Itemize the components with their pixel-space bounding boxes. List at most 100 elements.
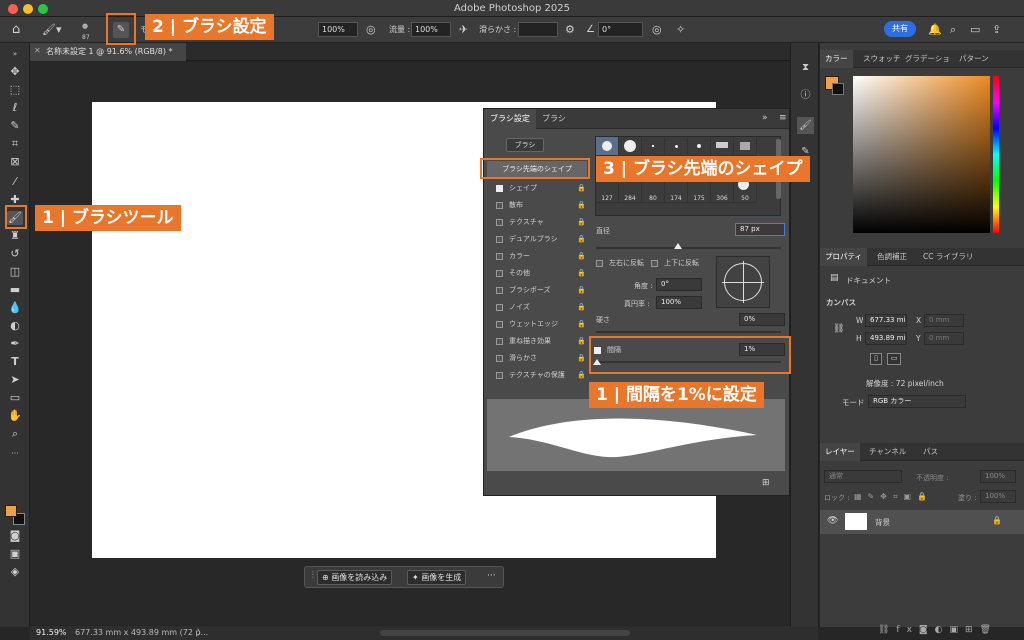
option-lock-icon[interactable]: 🔒 (577, 368, 586, 382)
brush-tip-scatter[interactable] (711, 137, 734, 156)
home-icon[interactable]: ⌂ (12, 17, 20, 43)
option-lock-icon[interactable]: 🔒 (577, 181, 586, 195)
option-checkbox[interactable] (496, 184, 503, 192)
gradient-tool-icon[interactable]: ▬ (7, 283, 23, 297)
pen-tool-icon[interactable]: ✒ (7, 337, 23, 351)
panel-tab[interactable]: パス (918, 443, 943, 461)
x-field[interactable]: 0 mm (924, 314, 964, 327)
history-icon[interactable]: ⧗ (797, 59, 814, 76)
type-tool-icon[interactable]: T (7, 355, 23, 369)
option-checkbox[interactable] (496, 286, 503, 294)
option-checkbox[interactable] (496, 201, 503, 209)
brush-tip-hard-round[interactable] (596, 137, 619, 156)
option-checkbox[interactable] (496, 320, 503, 328)
pressure-opacity-icon[interactable]: ◎ (366, 17, 376, 43)
zoom-tool-icon[interactable]: ⌕ (7, 427, 23, 441)
diameter-field[interactable]: 87 px (735, 223, 785, 236)
load-image-button[interactable]: ⊕ 画像を読み込み (317, 570, 393, 585)
share-menu-icon[interactable]: ⇪ (992, 17, 1001, 43)
document-tab[interactable]: 名称未設定 1 @ 91.6% (RGB/8) * (30, 43, 186, 61)
option-lock-icon[interactable]: 🔒 (577, 300, 586, 314)
option-checkbox[interactable] (496, 235, 503, 243)
hardness-slider[interactable] (596, 331, 781, 333)
option-lock-icon[interactable]: 🔒 (577, 232, 586, 246)
minimize-window-button[interactable] (23, 4, 33, 14)
angle-field[interactable]: 0° (598, 22, 643, 37)
option-lock-icon[interactable]: 🔒 (577, 266, 586, 280)
diameter-slider[interactable] (596, 247, 781, 249)
eraser-tool-icon[interactable]: ◫ (7, 265, 23, 279)
portrait-icon[interactable]: ▯ (870, 353, 882, 365)
option-checkbox[interactable] (496, 303, 503, 311)
brush-tip-texture[interactable] (734, 137, 757, 156)
brush-option-item[interactable]: ブラシポーズ 🔒 (496, 283, 586, 297)
airbrush-icon[interactable]: ✈ (459, 17, 468, 43)
panel-menu-icon[interactable]: ≡ (779, 113, 787, 123)
panel-tab[interactable]: グラデーショ (900, 50, 955, 68)
brush-preset-icon[interactable]: 🖌▾ (42, 17, 62, 43)
option-lock-icon[interactable]: 🔒 (577, 283, 586, 297)
more-options-button[interactable]: ··· (487, 571, 496, 581)
link-icon[interactable]: ⛓ (833, 324, 844, 334)
brush-option-item[interactable]: その他 🔒 (496, 266, 586, 280)
tab-brushes[interactable]: ブラシ (536, 109, 572, 129)
lock-icons[interactable]: ▦✎✥⌗▣🔒 (854, 492, 933, 502)
brush-option-item[interactable]: 散布 🔒 (496, 198, 586, 212)
fill-field[interactable]: 100% (980, 490, 1016, 503)
eyedropper-tool-icon[interactable]: ⁄ (7, 175, 23, 189)
new-brush-icon[interactable]: ⊞ (762, 478, 770, 488)
option-lock-icon[interactable]: 🔒 (577, 317, 586, 331)
option-checkbox[interactable] (496, 354, 503, 362)
panel-tab[interactable]: チャンネル (864, 443, 911, 461)
history-brush-tool-icon[interactable]: ↺ (7, 247, 23, 261)
info-icon[interactable]: ⓘ (797, 87, 814, 104)
hue-slider[interactable] (993, 76, 999, 233)
diameter-slider-thumb[interactable] (674, 243, 682, 249)
brush-tip-dot[interactable] (665, 137, 688, 156)
option-checkbox[interactable] (496, 371, 503, 379)
bell-icon[interactable]: 🔔 (928, 17, 942, 43)
option-checkbox[interactable] (496, 252, 503, 260)
tab-brush-settings[interactable]: ブラシ設定 (484, 109, 536, 129)
layer-footer-icons[interactable]: ⛓fx◙◐▣⊞🗑 (878, 625, 998, 635)
option-lock-icon[interactable]: 🔒 (577, 215, 586, 229)
layer-name[interactable]: 背景 (875, 517, 890, 528)
brush-option-item[interactable]: ノイズ 🔒 (496, 300, 586, 314)
panel-tab[interactable]: レイヤー (820, 443, 860, 461)
stamp-tool-icon[interactable]: ♜ (7, 229, 23, 243)
share-button[interactable]: 共有 (884, 21, 916, 37)
zoom-level[interactable]: 91.59% (36, 626, 67, 640)
move-tool-icon[interactable]: ✥ (7, 65, 23, 79)
panel-tab[interactable]: 色調補正 (872, 248, 912, 266)
brush-option-item[interactable]: 滑らかさ 🔒 (496, 351, 586, 365)
blur-tool-icon[interactable]: 💧 (7, 301, 23, 315)
brush-option-item[interactable]: テクスチャの保護 🔒 (496, 368, 586, 382)
panel-tab[interactable]: スウォッチ (858, 50, 906, 68)
zoom-window-button[interactable] (38, 4, 48, 14)
brush-option-item[interactable]: シェイプ 🔒 (496, 181, 586, 195)
path-select-tool-icon[interactable]: ➤ (7, 373, 23, 387)
brush-option-item[interactable]: 重ね描き効果 🔒 (496, 334, 586, 348)
brush-tip-round[interactable] (619, 137, 642, 156)
hand-tool-icon[interactable]: ✋ (7, 409, 23, 423)
close-tab-icon[interactable]: ✕ (34, 46, 41, 55)
generate-icon[interactable]: ◈ (7, 565, 23, 579)
height-field[interactable]: 493.89 mi (865, 332, 907, 345)
option-lock-icon[interactable]: 🔒 (577, 351, 586, 365)
y-field[interactable]: 0 mm (924, 332, 964, 345)
color-field[interactable] (853, 76, 990, 233)
brush-option-item[interactable]: デュアルブラシ 🔒 (496, 232, 586, 246)
horizontal-scrollbar[interactable] (380, 630, 630, 636)
panel-tab[interactable]: パターン (954, 50, 994, 68)
layer-row-background[interactable]: 👁 背景 🔒 (820, 510, 1024, 534)
brush-tip-small[interactable] (642, 137, 665, 156)
angle-roundness-widget[interactable] (716, 256, 770, 308)
color-bg-swatch[interactable] (832, 83, 844, 95)
brush-settings-icon[interactable]: 🖌 (797, 117, 814, 134)
quick-mask-icon[interactable]: ◙ (7, 529, 23, 543)
landscape-icon[interactable]: ▭ (887, 353, 901, 365)
gear-icon[interactable]: ⚙ (565, 17, 575, 43)
brush-option-item[interactable]: ウェットエッジ 🔒 (496, 317, 586, 331)
flow-field[interactable]: 100% (411, 22, 451, 37)
canvas-section[interactable]: カンバス (826, 297, 856, 308)
